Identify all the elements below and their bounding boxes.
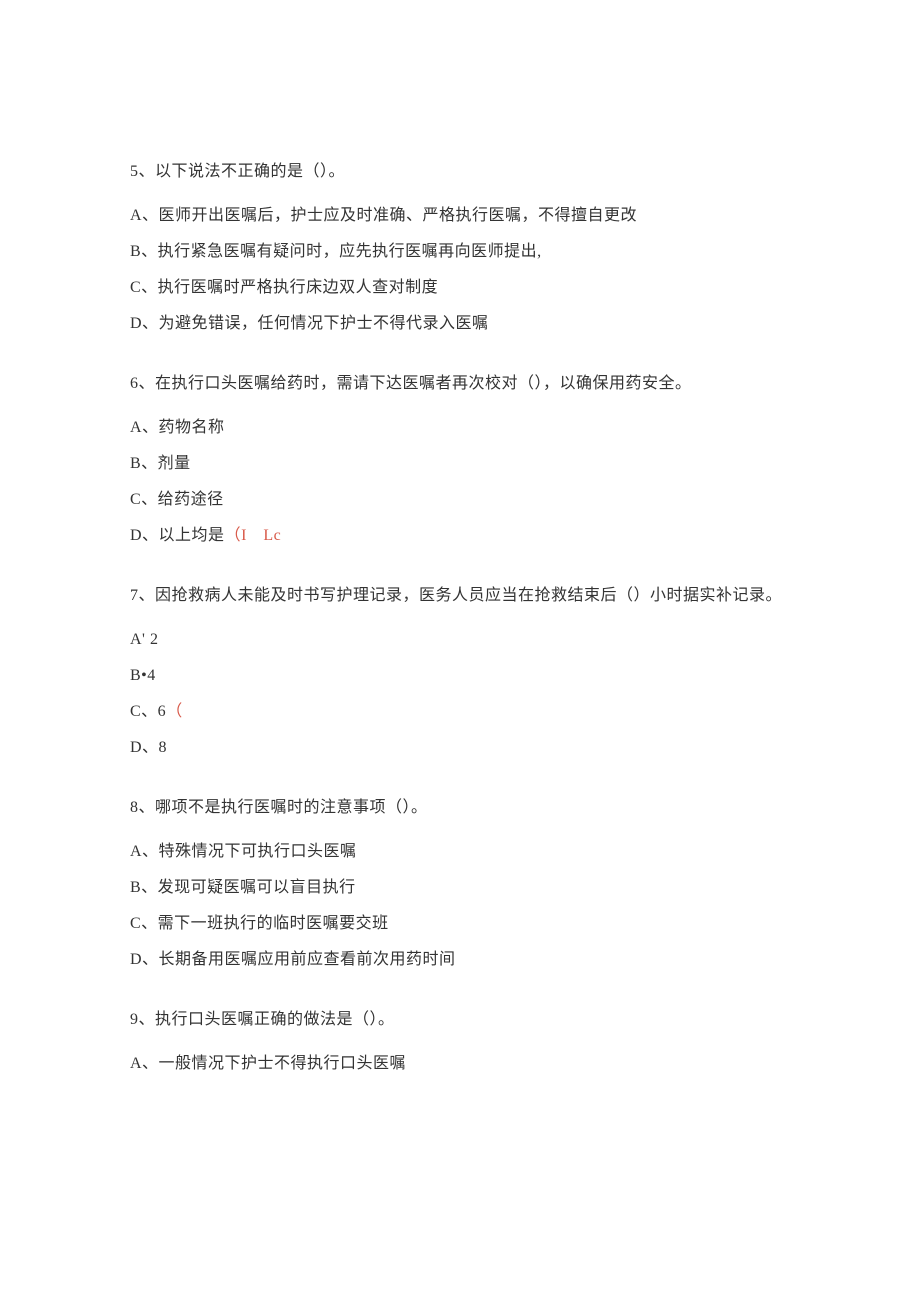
option-c: C、需下一班执行的临时医嘱要交班 (130, 912, 790, 936)
question-6: 6、在执行口头医嘱给药时，需请下达医嘱者再次校对（），以确保用药安全。 A、药物… (130, 372, 790, 548)
option-d-prefix: D、以上均是 (130, 527, 225, 544)
option-d-annotation: （I Lc (225, 527, 282, 544)
option-a: A' 2 (130, 628, 790, 652)
question-5: 5、以下说法不正确的是（）。 A、医师开出医嘱后，护士应及时准确、严格执行医嘱，… (130, 160, 790, 336)
option-a: A、特殊情况下可执行口头医嘱 (130, 840, 790, 864)
option-d: D、长期备用医嘱应用前应查看前次用药时间 (130, 948, 790, 972)
question-stem: 6、在执行口头医嘱给药时，需请下达医嘱者再次校对（），以确保用药安全。 (130, 372, 790, 396)
option-b: B、发现可疑医嘱可以盲目执行 (130, 876, 790, 900)
question-stem: 7、因抢救病人未能及时书写护理记录，医务人员应当在抢救结束后（）小时据实补记录。 (130, 584, 790, 608)
question-8: 8、哪项不是执行医嘱时的注意事项（）。 A、特殊情况下可执行口头医嘱 B、发现可… (130, 796, 790, 972)
option-c-annotation: （ (166, 703, 183, 720)
option-c-prefix: C、6 (130, 703, 166, 720)
option-a: A、一般情况下护士不得执行口头医嘱 (130, 1052, 790, 1076)
question-stem: 8、哪项不是执行医嘱时的注意事项（）。 (130, 796, 790, 820)
option-a: A、医师开出医嘱后，护士应及时准确、严格执行医嘱，不得擅自更改 (130, 204, 790, 228)
option-d: D、以上均是（I Lc (130, 524, 790, 548)
question-stem: 5、以下说法不正确的是（）。 (130, 160, 790, 184)
option-b: B、执行紧急医嘱有疑问时，应先执行医嘱再向医师提出, (130, 240, 790, 264)
option-b: B•4 (130, 664, 790, 688)
option-d: D、为避免错误，任何情况下护士不得代录入医嘱 (130, 312, 790, 336)
option-c: C、给药途径 (130, 488, 790, 512)
document-page: 5、以下说法不正确的是（）。 A、医师开出医嘱后，护士应及时准确、严格执行医嘱，… (0, 0, 920, 1302)
question-stem: 9、执行口头医嘱正确的做法是（）。 (130, 1008, 790, 1032)
option-c: C、6（ (130, 700, 790, 724)
option-c: C、执行医嘱时严格执行床边双人查对制度 (130, 276, 790, 300)
option-a: A、药物名称 (130, 416, 790, 440)
question-9: 9、执行口头医嘱正确的做法是（）。 A、一般情况下护士不得执行口头医嘱 (130, 1008, 790, 1076)
option-d: D、8 (130, 736, 790, 760)
option-b: B、剂量 (130, 452, 790, 476)
question-7: 7、因抢救病人未能及时书写护理记录，医务人员应当在抢救结束后（）小时据实补记录。… (130, 584, 790, 760)
